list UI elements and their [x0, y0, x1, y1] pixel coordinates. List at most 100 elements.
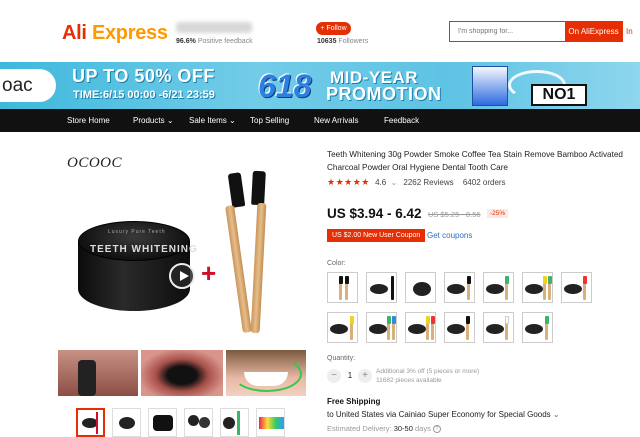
color-swatch-5[interactable]	[483, 272, 514, 303]
swatch-jar	[564, 284, 582, 294]
swatch-bristle	[505, 316, 509, 324]
nav-sale-items[interactable]: Sale Items ⌄	[189, 109, 236, 132]
jar-label-small: Luxury Pure Teeth	[108, 229, 166, 235]
swatch-jar	[447, 284, 465, 294]
banner-618: 618	[258, 68, 312, 104]
delivery-label: Estimated Delivery:	[327, 424, 392, 433]
plus-icon[interactable]: +	[358, 369, 372, 383]
gallery-photo-brushing[interactable]	[58, 350, 138, 396]
thumbnail-2[interactable]	[112, 408, 141, 437]
discount-badge: -25%	[487, 209, 509, 218]
banner-line2: PROMOTION	[326, 84, 442, 104]
feedback-label: Positive feedback	[197, 38, 253, 45]
play-icon[interactable]	[169, 263, 195, 289]
product-title: Teeth Whitening 30g Powder Smoke Coffee …	[327, 150, 623, 172]
current-price: US $3.94 - 6.42	[327, 206, 422, 221]
thumb-jar	[223, 417, 235, 429]
nav-label: Products	[133, 116, 165, 125]
swatch-jar	[486, 284, 504, 294]
star-rating-icon: ★★★★★	[327, 177, 370, 187]
new-user-coupon[interactable]: US $2.00 New User Coupon	[327, 229, 426, 242]
color-swatch-3[interactable]	[405, 272, 436, 303]
aliexpress-logo[interactable]: Ali Express	[62, 22, 168, 45]
orders-count: 6402 orders	[462, 178, 506, 187]
color-swatch-12[interactable]	[483, 312, 514, 343]
color-swatch-6[interactable]	[522, 272, 553, 303]
swatch-bristle	[548, 276, 552, 284]
info-icon[interactable]: ?	[432, 425, 441, 434]
banner-brand-logo: oac	[0, 69, 56, 102]
search-on-aliexpress-button[interactable]: On AliExpress	[565, 21, 622, 42]
swatch-jar	[369, 324, 387, 334]
store-name-blurred[interactable]	[176, 22, 252, 33]
nav-feedback[interactable]: Feedback	[384, 109, 419, 132]
nav-label: Feedback	[384, 116, 420, 125]
swatch-bristle	[505, 276, 509, 284]
thumb-jar	[199, 417, 210, 428]
shipping-method[interactable]: to United States via Cainiao Super Econo…	[327, 410, 560, 419]
thumbnail-5[interactable]	[220, 408, 249, 437]
stock-available: 11682 pieces available	[376, 376, 442, 384]
logo-text: Ali	[62, 22, 87, 44]
nav-top-selling[interactable]: Top Selling	[250, 109, 289, 132]
thumbnail-4[interactable]	[184, 408, 213, 437]
quantity-value[interactable]: 1	[346, 371, 354, 380]
swatch-jar	[408, 324, 426, 334]
reviews-link[interactable]: 2262 Reviews	[403, 178, 453, 187]
green-arc	[232, 356, 302, 392]
nav-label: Sale Items	[189, 116, 227, 125]
search-in-store-button[interactable]: In	[622, 21, 640, 42]
rating-value: 4.6	[375, 178, 387, 187]
promo-banner[interactable]: oac UP TO 50% OFF TIME:6/15 00:00 -6/21 …	[0, 62, 640, 109]
main-product-image[interactable]: OCOOC Luxury Pure Teeth TEETH WHITENING …	[58, 143, 308, 346]
no1-badge: NO1	[531, 84, 587, 106]
thumb-color-brushes	[259, 417, 284, 429]
color-swatch-11[interactable]	[444, 312, 475, 343]
thumb-brush	[96, 412, 98, 434]
get-coupons-link[interactable]: Get coupons	[427, 231, 472, 240]
thumbnail-3[interactable]	[148, 408, 177, 437]
shipping-method-text: to United States via Cainiao Super Econo…	[327, 410, 551, 419]
shipping-title: Free Shipping	[327, 397, 381, 406]
swatch-bristle	[426, 316, 430, 324]
follow-button[interactable]: + Follow	[316, 22, 351, 35]
rating-row: ★★★★★ 4.6 ⌄ 2262 Reviews 6402 orders	[327, 177, 506, 188]
product-box-image	[472, 66, 508, 106]
gallery-photo-smile[interactable]	[226, 350, 306, 396]
color-swatch-7[interactable]	[561, 272, 592, 303]
swatch-jar	[486, 324, 504, 334]
nav-label: New Arrivals	[314, 116, 359, 125]
swatch-jar	[525, 324, 543, 334]
swatch-bristle	[545, 316, 549, 324]
brush-in-mouth	[78, 360, 96, 396]
color-label: Color:	[327, 260, 346, 267]
nav-products[interactable]: Products ⌄	[133, 109, 174, 132]
nav-store-home[interactable]: Store Home	[67, 109, 110, 132]
swatch-brush	[391, 276, 394, 300]
swatch-bristle	[339, 276, 343, 284]
thumbnail-6[interactable]	[256, 408, 285, 437]
jar-label-main: TEETH WHITENING	[90, 244, 198, 255]
minus-icon[interactable]: −	[327, 369, 341, 383]
color-swatch-13[interactable]	[522, 312, 553, 343]
color-swatch-9[interactable]	[366, 312, 397, 343]
swatch-bristle	[345, 276, 349, 284]
search-input[interactable]	[450, 22, 565, 41]
estimated-delivery: Estimated Delivery: 30-50 days ?	[327, 424, 441, 434]
chevron-down-icon: ⌄	[166, 116, 174, 125]
swatch-jar	[330, 324, 348, 334]
color-swatch-10[interactable]	[405, 312, 436, 343]
gallery-photo-mouth[interactable]	[141, 350, 223, 396]
chevron-down-icon[interactable]: ⌄	[390, 178, 397, 187]
color-swatch-2[interactable]	[366, 272, 397, 303]
nav-new-arrivals[interactable]: New Arrivals	[314, 109, 358, 132]
nav-label: Top Selling	[250, 116, 290, 125]
swatch-jar	[525, 284, 543, 294]
quantity-label: Quantity:	[327, 355, 356, 362]
color-swatch-4[interactable]	[444, 272, 475, 303]
brand-wordmark: OCOOC	[67, 155, 123, 171]
color-swatch-8[interactable]	[327, 312, 358, 343]
thumbnail-1[interactable]	[76, 408, 105, 437]
color-swatch-1[interactable]	[327, 272, 358, 303]
thumb-jar	[119, 417, 135, 429]
